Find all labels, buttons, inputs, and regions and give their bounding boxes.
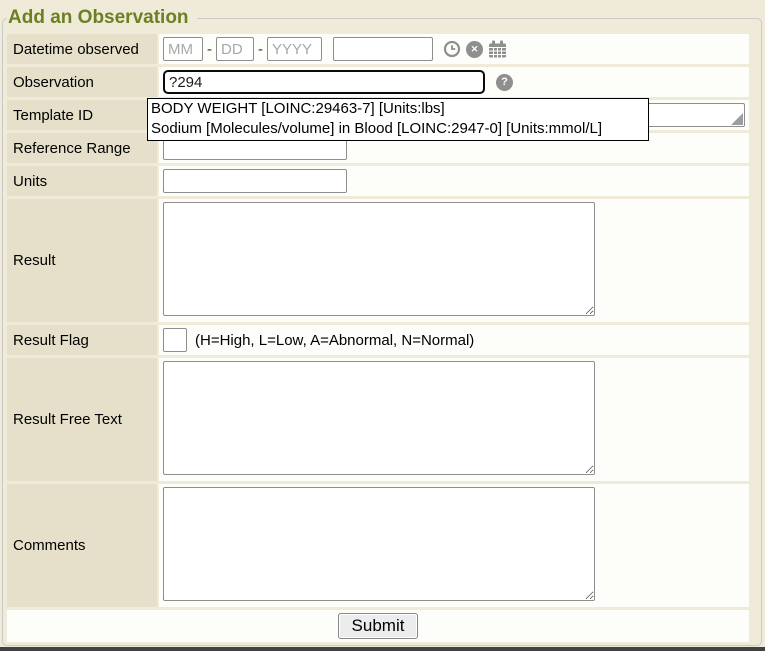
row-result-free-text: Result Free Text [7,358,749,481]
observation-input[interactable] [163,70,485,94]
result-free-text-label: Result Free Text [7,358,157,481]
submit-button[interactable]: Submit [338,613,419,639]
comments-textarea[interactable] [163,487,595,601]
observation-field: ? [159,67,749,97]
reference-range-label: Reference Range [7,133,157,163]
datetime-month-input[interactable] [163,37,203,61]
help-icon[interactable]: ? [496,74,513,91]
autocomplete-option[interactable]: BODY WEIGHT [LOINC:29463-7] [Units:lbs] [148,99,648,119]
add-observation-page: Add an Observation Datetime observed - - [0,0,765,651]
clock-icon[interactable] [443,40,461,58]
observation-label: Observation [7,67,157,97]
units-field [159,166,749,196]
datetime-observed-field: - - ✕ [159,34,749,64]
datetime-day-input[interactable] [216,37,254,61]
datetime-year-input[interactable] [267,37,322,61]
form-title: Add an Observation [7,7,197,29]
observation-autocomplete-dropdown: BODY WEIGHT [LOINC:29463-7] [Units:lbs] … [147,98,649,141]
window-bottom-edge [0,647,765,651]
datetime-observed-label: Datetime observed [7,34,157,64]
result-label: Result [7,199,157,322]
row-result-flag: Result Flag (H=High, L=Low, A=Abnormal, … [7,325,749,355]
comments-label: Comments [7,484,157,607]
row-datetime-observed: Datetime observed - - ✕ [7,34,749,64]
row-comments: Comments [7,484,749,607]
result-flag-field: (H=High, L=Low, A=Abnormal, N=Normal) [159,325,749,355]
comments-field [159,484,749,607]
date-separator: - [258,41,263,58]
result-field [159,199,749,322]
result-flag-hint: (H=High, L=Low, A=Abnormal, N=Normal) [195,332,474,349]
template-id-label: Template ID [7,100,157,130]
units-label: Units [7,166,157,196]
result-flag-input[interactable] [163,328,187,352]
result-free-text-textarea[interactable] [163,361,595,475]
datetime-icons: ✕ [443,40,507,58]
clear-date-icon[interactable]: ✕ [466,41,483,58]
result-flag-label: Result Flag [7,325,157,355]
units-input[interactable] [163,169,347,193]
result-textarea[interactable] [163,202,595,316]
result-free-text-field [159,358,749,481]
clear-glyph: ✕ [471,45,479,54]
date-separator: - [207,41,212,58]
help-glyph: ? [501,77,508,88]
row-observation: Observation ? [7,67,749,97]
row-result: Result [7,199,749,322]
calendar-icon[interactable] [488,40,507,58]
submit-row: Submit [7,610,749,642]
autocomplete-option[interactable]: Sodium [Molecules/volume] in Blood [LOIN… [148,119,648,139]
row-units: Units [7,166,749,196]
datetime-time-input[interactable] [333,37,433,61]
